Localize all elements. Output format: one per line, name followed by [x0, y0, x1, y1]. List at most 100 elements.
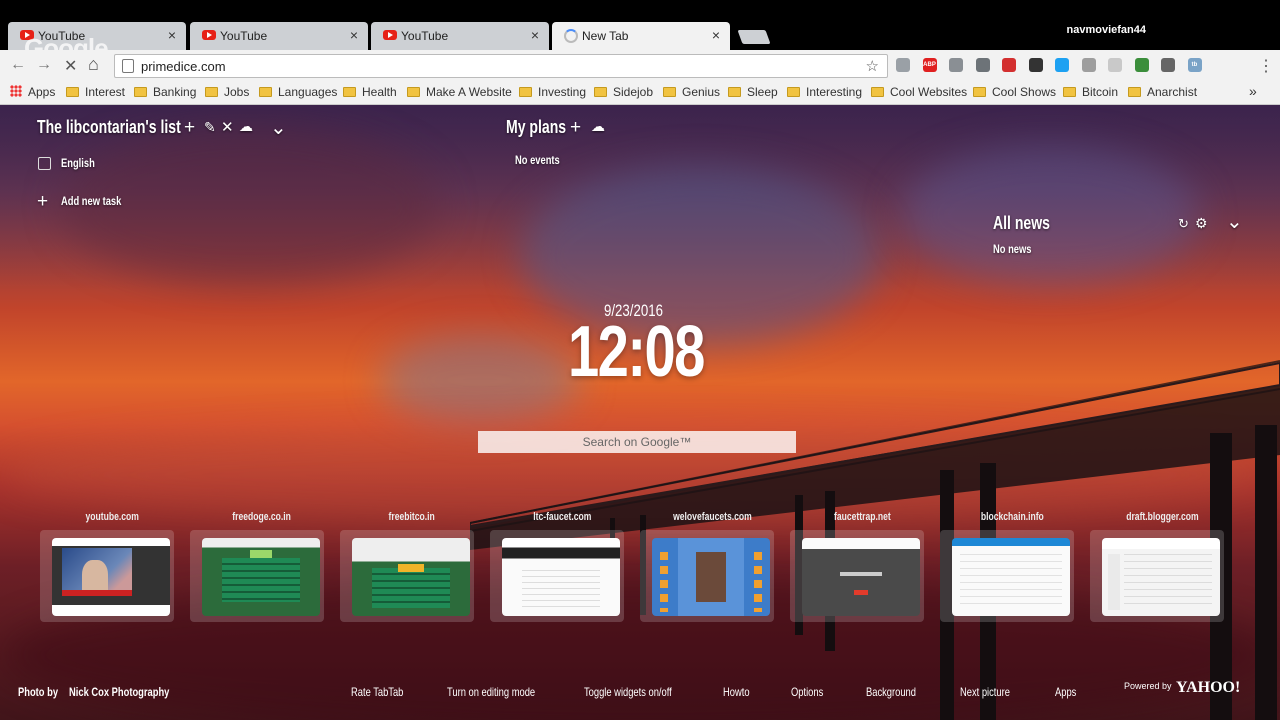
add-task-button[interactable]: Add new task — [61, 194, 138, 208]
bookmark-cool-shows[interactable]: Cool Shows — [973, 85, 1056, 99]
gear-icon[interactable]: ⚙ — [1195, 215, 1208, 232]
bookmark-make-a-website[interactable]: Make A Website — [407, 85, 512, 99]
folder-icon — [343, 87, 356, 97]
editing-mode-link[interactable]: Turn on editing mode — [447, 685, 560, 699]
add-task-icon[interactable]: + — [37, 191, 48, 213]
speed-dial-tile-blockchain[interactable] — [940, 530, 1074, 622]
folder-icon — [66, 87, 79, 97]
speed-dial-tile-blogger[interactable] — [1090, 530, 1224, 622]
forward-arrow-icon[interactable]: → — [36, 56, 52, 74]
folder-icon — [205, 87, 218, 97]
chevron-down-icon[interactable]: ⌄ — [270, 115, 287, 140]
speed-dial-tile-youtube[interactable] — [40, 530, 174, 622]
cloud-sync-icon[interactable]: ☁ — [239, 118, 253, 135]
apps-grid-icon — [10, 85, 22, 97]
photographer-link[interactable]: Nick Cox Photography — [69, 685, 198, 699]
task-label: English — [61, 156, 95, 170]
chevron-down-icon[interactable]: ⌄ — [1226, 209, 1243, 234]
tab-new-tab[interactable]: New Tab × — [552, 22, 730, 50]
options-link[interactable]: Options — [791, 685, 832, 699]
folder-icon — [259, 87, 272, 97]
bookmark-sleep[interactable]: Sleep — [728, 85, 778, 99]
yahoo-attribution[interactable]: Powered by YAHOO! — [1124, 679, 1240, 697]
folder-icon — [594, 87, 607, 97]
tab-youtube-2[interactable]: YouTube × — [190, 22, 368, 50]
apps-link[interactable]: Apps — [1055, 685, 1082, 699]
bookmark-cool-websites[interactable]: Cool Websites — [871, 85, 967, 99]
delete-list-icon[interactable]: ✕ — [221, 118, 234, 136]
folder-icon — [728, 87, 741, 97]
home-icon[interactable]: ⌂ — [88, 54, 99, 75]
browser-toolbar: ← → ✕ ⌂ primedice.com ☆ ABP tb ⋮ — [0, 50, 1280, 82]
circle-dark-icon[interactable] — [1028, 58, 1043, 72]
photo-icon[interactable] — [1134, 58, 1149, 72]
tab-close-icon[interactable]: × — [531, 27, 539, 43]
bookmark-red-icon[interactable] — [1002, 58, 1016, 72]
toggle-widgets-link[interactable]: Toggle widgets on/off — [584, 685, 697, 699]
photo-credit-label: Photo by — [18, 685, 59, 699]
folder-icon — [787, 87, 800, 97]
bookmark-interesting[interactable]: Interesting — [787, 85, 862, 99]
howto-link[interactable]: Howto — [723, 685, 757, 699]
bookmark-genius[interactable]: Genius — [663, 85, 720, 99]
task-checkbox[interactable] — [38, 157, 51, 170]
bookmark-anarchist[interactable]: Anarchist — [1128, 85, 1197, 99]
shield-icon[interactable] — [896, 58, 910, 72]
tab-youtube-3[interactable]: YouTube × — [371, 22, 549, 50]
folder-icon — [663, 87, 676, 97]
edit-pencil-icon[interactable]: ✎ — [204, 119, 216, 136]
bookmark-interest[interactable]: Interest — [66, 85, 125, 99]
profile-name[interactable]: navmoviefan44 — [1067, 24, 1146, 36]
tab-title: YouTube — [401, 29, 449, 43]
globe-icon[interactable] — [1081, 58, 1096, 72]
adblock-icon[interactable]: ABP — [922, 58, 937, 72]
site-thumbnail — [652, 538, 770, 616]
tab-close-icon[interactable]: × — [350, 27, 358, 43]
bookmark-apps[interactable]: Apps — [10, 85, 55, 99]
speed-dial-label: freebitco.in — [388, 511, 436, 523]
tab-strip: YouTube × YouTube × YouTube × New Tab × … — [0, 0, 1280, 63]
site-thumbnail — [202, 538, 320, 616]
speed-dial-tile-freebitcoin[interactable] — [340, 530, 474, 622]
bookmark-health[interactable]: Health — [343, 85, 397, 99]
cloud-icon[interactable] — [949, 58, 963, 72]
bookmark-languages[interactable]: Languages — [259, 85, 337, 99]
bookmarks-overflow-icon[interactable]: » — [1249, 83, 1257, 99]
menu-dots-icon[interactable]: ⋮ — [1258, 56, 1274, 76]
speed-dial-tile-faucettrap[interactable] — [790, 530, 924, 622]
bookmark-bitcoin[interactable]: Bitcoin — [1063, 85, 1118, 99]
address-bar[interactable]: primedice.com ☆ — [114, 54, 888, 78]
back-arrow-icon[interactable]: ← — [10, 56, 26, 74]
cloud-sync-icon[interactable]: ☁ — [591, 118, 605, 135]
speed-dial-label: welovefaucets.com — [672, 511, 752, 523]
page-info-icon[interactable] — [122, 59, 134, 73]
background-link[interactable]: Background — [866, 685, 930, 699]
speed-dial-label: blockchain.info — [980, 511, 1044, 523]
new-tab-button[interactable] — [737, 30, 771, 44]
rate-tabtab-link[interactable]: Rate TabTab — [351, 685, 418, 699]
square-icon[interactable] — [1108, 58, 1122, 72]
tab-close-icon[interactable]: × — [712, 27, 720, 43]
refresh-icon[interactable]: ↻ — [1178, 216, 1189, 232]
next-picture-link[interactable]: Next picture — [960, 685, 1024, 699]
add-plan-icon[interactable]: + — [570, 117, 581, 139]
skype-icon[interactable] — [1055, 58, 1069, 72]
tab-close-icon[interactable]: × — [168, 27, 176, 43]
cast-icon[interactable] — [1161, 58, 1175, 72]
add-list-icon[interactable]: + — [184, 117, 195, 139]
diamond-icon[interactable] — [975, 58, 990, 72]
bookmark-star-icon[interactable]: ☆ — [866, 57, 879, 75]
stop-loading-icon[interactable]: ✕ — [64, 56, 77, 76]
google-search-input[interactable] — [478, 431, 796, 453]
speed-dial-label: ltc-faucet.com — [532, 511, 592, 523]
tb-icon[interactable]: tb — [1187, 58, 1202, 72]
powered-by-text: Powered by — [1124, 681, 1172, 691]
speed-dial-label: freedoge.co.in — [232, 511, 292, 523]
speed-dial-tile-freedoge[interactable] — [190, 530, 324, 622]
bookmark-sidejob[interactable]: Sidejob — [594, 85, 653, 99]
bookmark-investing[interactable]: Investing — [519, 85, 586, 99]
speed-dial-tile-ltc-faucet[interactable] — [490, 530, 624, 622]
bookmark-jobs[interactable]: Jobs — [205, 85, 249, 99]
speed-dial-tile-welovefaucets[interactable] — [640, 530, 774, 622]
bookmark-banking[interactable]: Banking — [134, 85, 196, 99]
